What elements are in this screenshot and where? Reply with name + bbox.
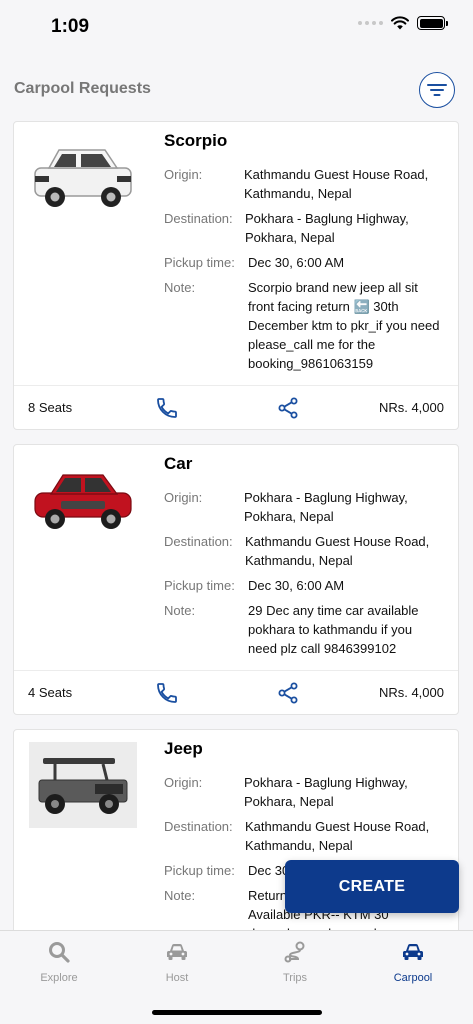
pickup-value: Dec 30, 6:00 AM: [248, 578, 345, 593]
origin-row: Origin: Pokhara - Baglung Highway, Pokha…: [164, 488, 444, 526]
home-indicator: [152, 1010, 322, 1015]
phone-icon: [157, 683, 177, 703]
status-bar: 1:09: [0, 0, 473, 56]
car-name: Car: [164, 454, 193, 473]
carpool-card[interactable]: Scorpio Origin: Kathmandu Guest House Ro…: [13, 121, 459, 430]
origin-label: Origin:: [164, 167, 203, 182]
page-header: Carpool Requests: [14, 72, 455, 108]
bottom-tab-bar: Explore Host Trips Carpool: [0, 930, 473, 1024]
filter-icon: [427, 84, 447, 96]
card-footer: 4 Seats NRs. 4,000: [14, 670, 458, 714]
wifi-icon: [391, 16, 409, 30]
pickup-label: Pickup time:: [164, 863, 235, 878]
origin-label: Origin:: [164, 490, 203, 505]
seats-count: 4 Seats: [28, 685, 73, 700]
filter-button[interactable]: [419, 72, 455, 108]
destination-label: Destination:: [164, 534, 233, 549]
destination-label: Destination:: [164, 819, 233, 834]
share-button[interactable]: [276, 396, 300, 420]
price: NRs. 4,000: [378, 685, 444, 700]
note-value: 29 Dec any time car available pokhara to…: [248, 603, 419, 656]
card-footer: 8 Seats NRs. 4,000: [14, 385, 458, 429]
carpool-card[interactable]: Car Origin: Pokhara - Baglung Highway, P…: [13, 444, 459, 715]
tab-carpool[interactable]: Carpool: [354, 939, 472, 984]
search-icon: [49, 942, 70, 963]
tab-label: Trips: [282, 972, 308, 984]
create-button[interactable]: CREATE: [285, 860, 459, 913]
battery-icon: [417, 16, 448, 30]
car-name: Jeep: [164, 739, 203, 758]
origin-row: Origin: Kathmandu Guest House Road, Kath…: [164, 165, 444, 203]
tab-trips[interactable]: Trips: [236, 939, 354, 984]
note-label: Note:: [164, 280, 196, 295]
pickup-label: Pickup time:: [164, 255, 235, 270]
origin-value: Pokhara - Baglung Highway, Pokhara, Nepa…: [244, 775, 408, 809]
status-time: 1:09: [51, 16, 90, 37]
destination-row: Destination: Pokhara - Baglung Highway, …: [164, 209, 444, 247]
note-row: Note: Scorpio brand new jeep all sit fro…: [164, 278, 444, 373]
destination-label: Destination:: [164, 211, 233, 226]
origin-label: Origin:: [164, 775, 203, 790]
destination-row: Destination: Kathmandu Guest House Road,…: [164, 817, 444, 855]
pickup-label: Pickup time:: [164, 578, 235, 593]
car-name: Scorpio: [164, 131, 228, 150]
call-button[interactable]: [155, 681, 179, 705]
status-icons: [358, 16, 448, 30]
origin-value: Kathmandu Guest House Road, Kathmandu, N…: [244, 167, 429, 201]
seats-count: 8 Seats: [28, 400, 73, 415]
tab-explore[interactable]: Explore: [0, 939, 118, 984]
destination-value: Pokhara - Baglung Highway, Pokhara, Nepa…: [245, 211, 409, 245]
car-icon: [167, 944, 187, 960]
note-row: Note: 29 Dec any time car available pokh…: [164, 601, 444, 658]
car-image: [29, 742, 137, 828]
page-title: Carpool Requests: [14, 80, 151, 97]
note-label: Note:: [164, 603, 196, 618]
share-icon: [278, 682, 298, 704]
tab-label: Explore: [40, 972, 78, 984]
destination-value: Kathmandu Guest House Road, Kathmandu, N…: [245, 534, 430, 568]
tab-label: Carpool: [393, 972, 433, 984]
destination-value: Kathmandu Guest House Road, Kathmandu, N…: [245, 819, 430, 853]
tab-host[interactable]: Host: [118, 939, 236, 984]
pickup-row: Pickup time: Dec 30, 6:00 AM: [164, 253, 444, 272]
pickup-row: Pickup time: Dec 30, 6:00 AM: [164, 576, 444, 595]
carpool-icon: [403, 944, 423, 960]
share-button[interactable]: [276, 681, 300, 705]
tab-label: Host: [165, 972, 189, 984]
destination-row: Destination: Kathmandu Guest House Road,…: [164, 532, 444, 570]
price: NRs. 4,000: [378, 400, 444, 415]
cellular-signal-icon: [358, 21, 383, 25]
note-value: Scorpio brand new jeep all sit front fac…: [248, 280, 440, 371]
origin-row: Origin: Pokhara - Baglung Highway, Pokha…: [164, 773, 444, 811]
pickup-value: Dec 30, 6:00 AM: [248, 255, 345, 270]
share-icon: [278, 397, 298, 419]
route-icon: [284, 941, 305, 963]
car-image: [29, 134, 137, 220]
car-image: [29, 457, 137, 543]
call-button[interactable]: [155, 396, 179, 420]
origin-value: Pokhara - Baglung Highway, Pokhara, Nepa…: [244, 490, 408, 524]
phone-icon: [157, 398, 177, 418]
